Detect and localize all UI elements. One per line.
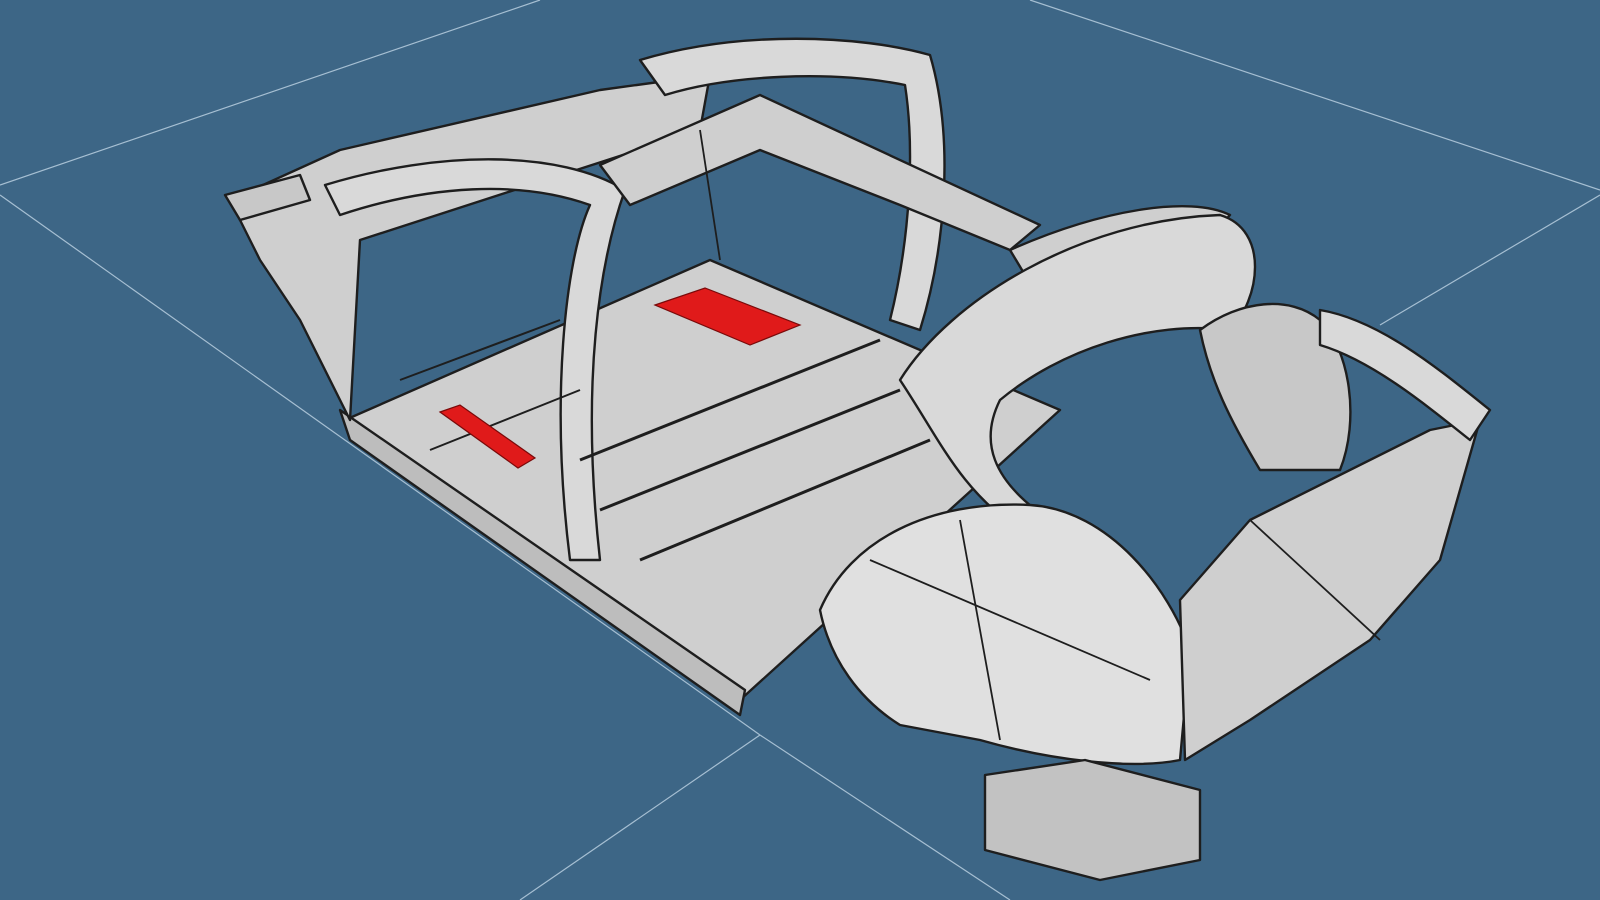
rear-quarter-panel[interactable] xyxy=(818,503,1192,766)
grid-line xyxy=(519,734,761,900)
3d-viewport[interactable] xyxy=(0,0,1600,900)
grid-line xyxy=(1029,0,1600,191)
rear-crash-box[interactable] xyxy=(983,758,1202,882)
grid-line xyxy=(1379,194,1600,326)
car-body-icon[interactable] xyxy=(223,37,1492,882)
grid-line xyxy=(759,734,1011,900)
viewport-canvas[interactable] xyxy=(0,0,1600,900)
